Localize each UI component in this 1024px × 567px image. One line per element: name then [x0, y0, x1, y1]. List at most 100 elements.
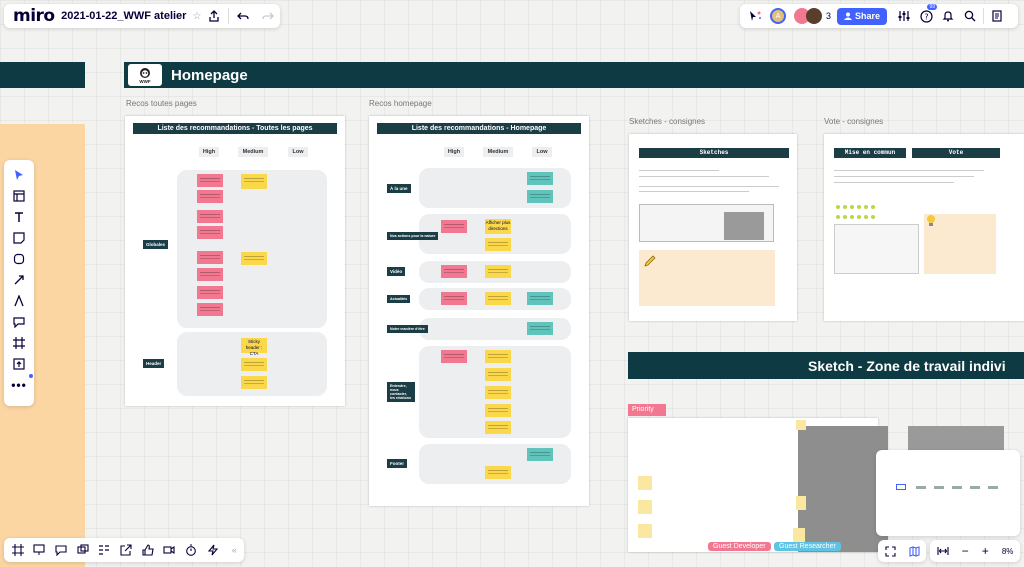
sticky-note[interactable]	[197, 268, 223, 281]
sticky-note[interactable]	[527, 292, 553, 305]
timer-button[interactable]	[181, 540, 201, 560]
sticky-note-tool[interactable]	[8, 229, 30, 246]
connection-line-tool[interactable]	[8, 271, 30, 288]
export-button[interactable]	[201, 4, 226, 28]
shape-tool[interactable]	[8, 250, 30, 267]
redo-button[interactable]	[255, 4, 280, 28]
sticky-note[interactable]	[527, 448, 553, 461]
frame-icon	[11, 544, 24, 556]
frame-label-sketches[interactable]: Sketches - consignes	[629, 117, 705, 126]
sticky-note[interactable]	[485, 404, 511, 417]
homepage-band[interactable]: WWF Homepage	[124, 62, 1024, 88]
sticky-note[interactable]	[638, 500, 652, 514]
priority-tag[interactable]: Priority	[628, 404, 666, 416]
star-icon[interactable]: ☆	[192, 11, 201, 22]
doc-recos-homepage[interactable]: Liste des recommandations - Homepage Hig…	[369, 116, 589, 506]
sticky-note[interactable]	[197, 226, 223, 239]
sticky-note[interactable]	[441, 350, 467, 363]
reactions-button[interactable]	[744, 4, 766, 28]
screen-share-button[interactable]	[73, 540, 93, 560]
search-button[interactable]	[959, 4, 981, 28]
sticky-note[interactable]	[441, 220, 467, 233]
zoom-out-button[interactable]: −	[962, 544, 969, 558]
export-board-button[interactable]	[116, 540, 136, 560]
zoom-in-button[interactable]: +	[982, 544, 989, 558]
sticky-note[interactable]	[485, 421, 511, 434]
sticky-note[interactable]	[241, 376, 267, 389]
frames-button[interactable]	[8, 540, 28, 560]
sticky-note-cta[interactable]: Sticky header : CTA	[241, 338, 267, 356]
sticky-note-afficher[interactable]: Afficher plus directions	[485, 219, 511, 234]
cards-button[interactable]	[95, 540, 115, 560]
sticky-note[interactable]	[527, 190, 553, 203]
frame-tool[interactable]	[8, 334, 30, 351]
sticky-note[interactable]	[197, 251, 223, 264]
help-button[interactable]: ? 99	[915, 4, 938, 28]
sticky-note[interactable]	[796, 496, 806, 510]
minimap-viewport[interactable]	[896, 484, 906, 490]
board-menu-button[interactable]	[986, 4, 1008, 28]
row-video: Vidéo	[387, 267, 406, 276]
select-tool[interactable]	[8, 166, 30, 183]
sticky-note[interactable]	[485, 292, 511, 305]
sticky-note[interactable]	[241, 252, 267, 265]
participants-count[interactable]: 3	[826, 11, 831, 21]
settings-button[interactable]	[893, 4, 915, 28]
sticky-note[interactable]	[485, 386, 511, 399]
voting-button[interactable]	[138, 540, 158, 560]
sticky-note[interactable]	[197, 210, 223, 223]
templates-tool[interactable]	[8, 187, 30, 204]
present-button[interactable]	[30, 540, 50, 560]
pen-tool[interactable]	[8, 292, 30, 309]
avatar-letter: A	[775, 12, 781, 20]
sticky-note[interactable]	[527, 172, 553, 185]
comments-button[interactable]	[51, 540, 71, 560]
sketch-work-frame[interactable]	[628, 418, 888, 552]
sticky-note[interactable]	[485, 466, 511, 479]
map-icon[interactable]	[908, 545, 920, 557]
collapse-button[interactable]: «	[224, 540, 244, 560]
sticky-note[interactable]	[197, 190, 223, 203]
apps-button[interactable]	[203, 540, 223, 560]
sticky-note[interactable]	[197, 303, 223, 316]
comment-tool[interactable]	[8, 313, 30, 330]
minimap[interactable]	[876, 450, 1020, 536]
user-avatar[interactable]: A	[770, 8, 786, 24]
sketches-card[interactable]: Sketches	[629, 134, 797, 321]
sticky-note[interactable]	[197, 286, 223, 299]
sticky-note[interactable]	[441, 292, 467, 305]
sticky-note[interactable]	[638, 476, 652, 490]
sticky-note[interactable]	[441, 265, 467, 278]
frame-label-recos-homepage[interactable]: Recos homepage	[369, 99, 432, 108]
upload-icon	[13, 357, 25, 370]
col-medium: Medium	[483, 147, 513, 157]
upload-tool[interactable]	[8, 355, 30, 372]
sticky-note[interactable]	[796, 420, 806, 430]
sticky-note[interactable]	[638, 524, 652, 538]
text-tool[interactable]	[8, 208, 30, 225]
more-tools[interactable]: •••	[8, 374, 33, 393]
sticky-note[interactable]	[485, 368, 511, 381]
fit-width-icon[interactable]	[936, 546, 949, 556]
frame-label-vote[interactable]: Vote - consignes	[824, 117, 883, 126]
zoom-level[interactable]: 8%	[1002, 547, 1014, 556]
miro-logo[interactable]: miro	[4, 6, 61, 26]
sticky-note[interactable]	[241, 174, 267, 189]
sketch-zone-band[interactable]: Sketch - Zone de travail indivi	[628, 352, 1024, 379]
video-chat-button[interactable]	[159, 540, 179, 560]
sticky-note[interactable]	[485, 238, 511, 251]
frame-label-recos-toutes[interactable]: Recos toutes pages	[126, 99, 197, 108]
sticky-note[interactable]	[485, 265, 511, 278]
sticky-note[interactable]	[241, 358, 267, 371]
sticky-note[interactable]	[197, 174, 223, 187]
notifications-button[interactable]	[937, 4, 959, 28]
sticky-note[interactable]	[485, 350, 511, 363]
share-button[interactable]: Share	[837, 7, 888, 25]
collaborator-avatar[interactable]	[806, 8, 822, 24]
vote-card[interactable]: Mise en commun Vote	[824, 134, 1024, 321]
board-title[interactable]: 2021-01-22_WWF atelier	[61, 10, 186, 22]
sticky-note[interactable]	[527, 322, 553, 335]
undo-button[interactable]	[231, 4, 256, 28]
doc-recos-toutes[interactable]: Liste des recommandations - Toutes les p…	[125, 116, 345, 406]
fullscreen-icon[interactable]	[884, 545, 896, 557]
